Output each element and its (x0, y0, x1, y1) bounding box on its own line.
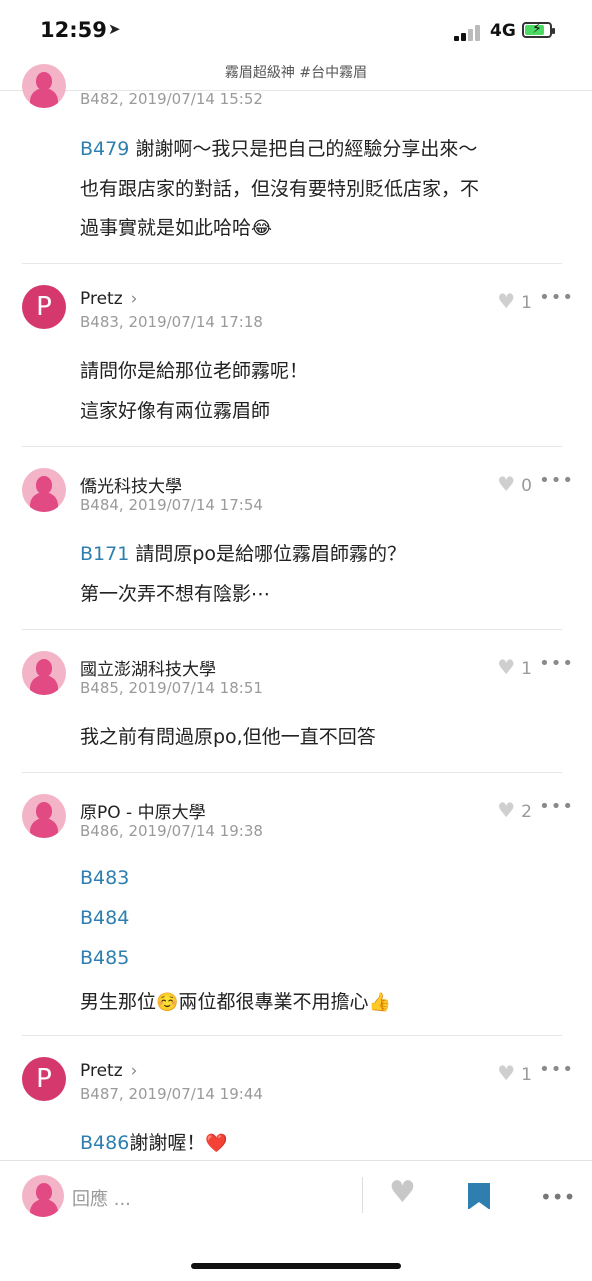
separator (362, 1177, 363, 1213)
more-icon[interactable]: ••• (540, 1185, 575, 1209)
comment-meta: B486, 2019/07/14 19:38 (80, 822, 263, 840)
comment-divider (22, 772, 562, 773)
floor-reference-link[interactable]: B486 (80, 1132, 129, 1154)
floor-reference-link[interactable]: B479 (80, 138, 129, 160)
floor-reference-link[interactable]: B171 (80, 543, 129, 565)
chevron-right-icon: › (130, 289, 138, 309)
comment-author[interactable]: Pretz › (80, 289, 137, 309)
more-icon[interactable]: ••• (539, 470, 574, 491)
floor-reference-link[interactable]: B485 (80, 947, 129, 969)
location-arrow-icon: ➤ (108, 20, 121, 38)
heart-icon: ♥ (497, 472, 516, 496)
like-button[interactable]: ♥ 2 (497, 798, 532, 822)
comment-divider (22, 446, 562, 447)
heart-icon: ♥ (497, 798, 516, 822)
comment-line: 男生那位☺️兩位都很專業不用擔心👍 (80, 991, 391, 1013)
avatar[interactable] (22, 794, 66, 838)
heart-icon: ♥ (497, 289, 516, 313)
more-icon[interactable]: ••• (539, 1059, 574, 1080)
floor-reference-link[interactable]: B483 (80, 867, 129, 889)
comment-meta: B487, 2019/07/14 19:44 (80, 1085, 263, 1103)
comment-divider (22, 1035, 562, 1036)
status-time: 12:59 (40, 18, 107, 42)
comment-author[interactable]: 國立澎湖科技大學 (80, 655, 216, 680)
comment-meta: B483, 2019/07/14 17:18 (80, 313, 263, 331)
comment-line: 第一次弄不想有陰影⋯ (80, 583, 271, 605)
comment-author[interactable]: 原PO - 中原大學 (80, 798, 206, 823)
comment-author[interactable]: 僑光科技大學 (80, 472, 182, 497)
avatar[interactable]: P (22, 1057, 66, 1101)
like-button[interactable]: ♥ 0 (497, 472, 532, 496)
signal-icon (454, 25, 484, 41)
comment-line: B171 請問原po是給哪位霧眉師霧的？ (80, 543, 407, 565)
chevron-right-icon: › (130, 1061, 138, 1081)
battery-icon: ⚡ (522, 21, 555, 38)
thumbs-up-emoji: 👍 (368, 992, 391, 1013)
bottom-bar: 回應 ... ♥ ••• (0, 1160, 592, 1281)
comment-line: 也有跟店家的對話，但沒有要特別貶低店家，不 (80, 178, 480, 200)
avatar[interactable]: P (22, 285, 66, 329)
comment-meta: B485, 2019/07/14 18:51 (80, 679, 263, 697)
avatar[interactable] (22, 651, 66, 695)
avatar[interactable] (22, 64, 66, 108)
comment-line: B479 謝謝啊～我只是把自己的經驗分享出來～ (80, 138, 478, 160)
heart-icon: ♥ (497, 655, 516, 679)
red-heart-emoji: ❤️ (205, 1133, 228, 1154)
like-button[interactable]: ♥ 1 (497, 655, 532, 679)
comment-meta: B482, 2019/07/14 15:52 (80, 90, 263, 108)
laughing-emoji: 😂 (251, 218, 273, 239)
smiling-emoji: ☺️ (156, 992, 179, 1013)
heart-icon[interactable]: ♥ (389, 1175, 416, 1210)
my-avatar[interactable] (22, 1175, 64, 1217)
bookmark-icon[interactable] (468, 1183, 490, 1210)
comment-line: 請問你是給那位老師霧呢！ (80, 360, 309, 382)
home-indicator (191, 1263, 401, 1269)
comment-line: 我之前有問過原po,但他一直不回答 (80, 726, 376, 748)
comment-author[interactable]: Pretz › (80, 1061, 137, 1081)
comment-line: B486謝謝喔！❤️ (80, 1132, 228, 1154)
comment-line: 這家好像有兩位霧眉師 (80, 400, 271, 422)
more-icon[interactable]: ••• (539, 653, 574, 674)
more-icon[interactable]: ••• (539, 287, 574, 308)
like-button[interactable]: ♥ 1 (497, 1061, 532, 1085)
avatar[interactable] (22, 468, 66, 512)
network-type: 4G (490, 21, 516, 41)
comment-meta: B484, 2019/07/14 17:54 (80, 496, 263, 514)
reply-input[interactable]: 回應 ... (72, 1185, 131, 1211)
comment-divider (22, 629, 562, 630)
status-bar: 12:59 ➤ 4G ⚡ (0, 0, 592, 62)
comment-line: 過事實就是如此哈哈😂 (80, 217, 273, 239)
more-icon[interactable]: ••• (539, 796, 574, 817)
comment-divider (22, 263, 562, 264)
like-button[interactable]: ♥ 1 (497, 289, 532, 313)
thread-title: 霧眉超級神 #台中霧眉 (224, 65, 368, 81)
heart-icon: ♥ (497, 1061, 516, 1085)
floor-reference-link[interactable]: B484 (80, 907, 129, 929)
